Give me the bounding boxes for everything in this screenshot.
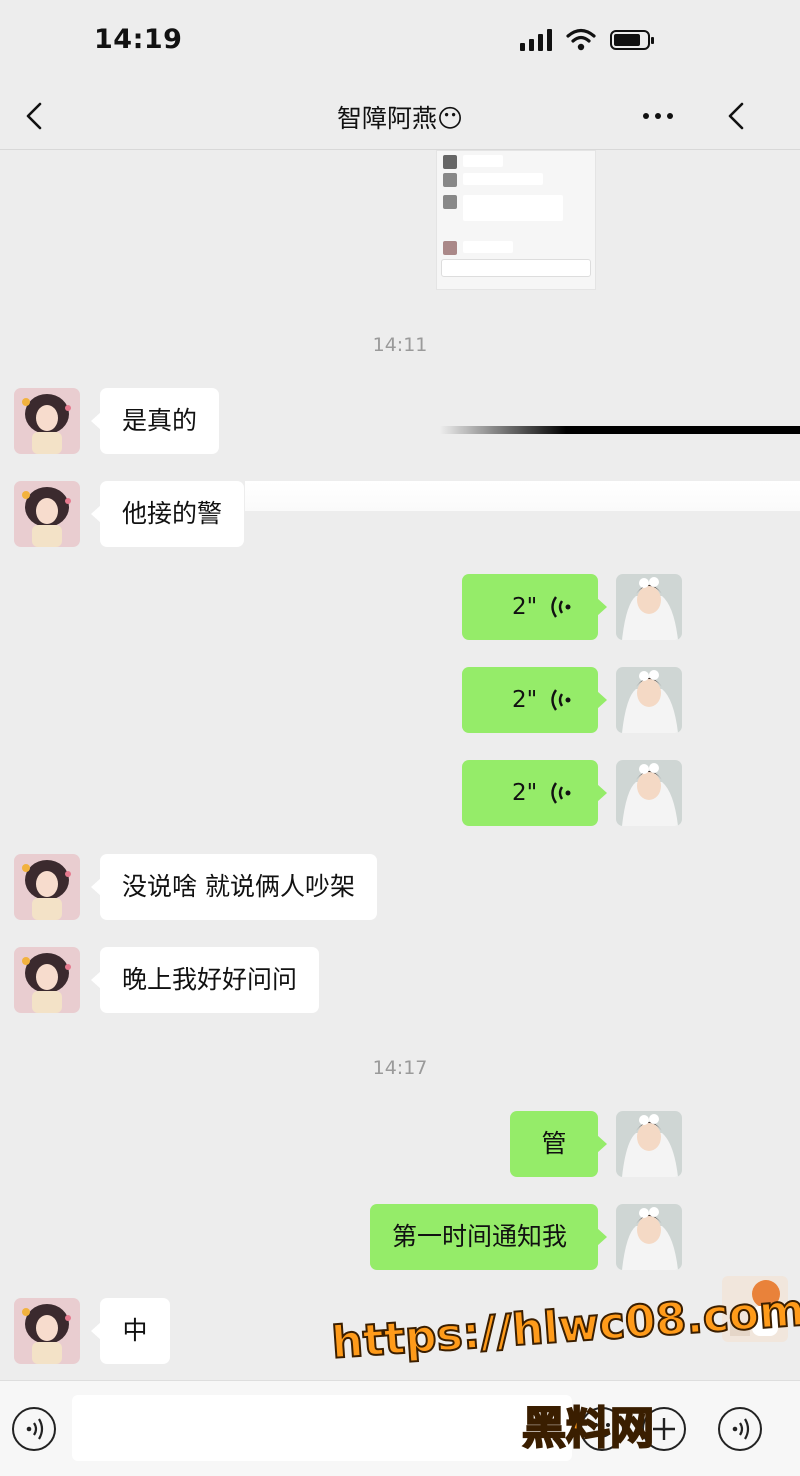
chat-header: 智障阿燕😶 [0,84,800,150]
my-avatar[interactable] [616,574,682,640]
voice-call-button[interactable] [718,1407,762,1451]
incoming-message[interactable]: 没说啥 就说俩人吵架 [91,854,377,920]
voice-input-button[interactable] [12,1407,56,1451]
back-chevron-icon-secondary[interactable] [720,98,756,134]
image-artifact-band [245,481,800,511]
status-icons [520,28,654,52]
cellular-signal-icon [520,29,552,51]
message-text-input[interactable] [72,1395,572,1461]
message-input-bar [0,1380,800,1476]
contact-avatar[interactable] [14,388,80,454]
voice-wave-icon [551,782,571,804]
voice-wave-icon [551,596,571,618]
voice-wave-icon [732,1418,750,1440]
my-avatar[interactable] [616,760,682,826]
battery-icon [610,30,654,50]
voice-message[interactable]: 2" [462,667,607,733]
more-dots-icon[interactable] [638,98,678,134]
watermark-name: 黑料网 [521,1402,655,1455]
contact-avatar[interactable] [14,854,80,920]
voice-message[interactable]: 2" [462,760,607,826]
voice-duration: 2" [512,594,538,620]
shared-screenshot-image[interactable] [436,150,596,290]
timestamp: 14:11 [372,334,428,356]
incoming-message[interactable]: 是真的 [90,388,220,454]
status-time: 14:19 [94,24,183,55]
contact-avatar[interactable] [14,947,80,1013]
status-bar: 14:19 [0,0,800,84]
my-avatar[interactable] [616,667,682,733]
voice-wave-icon [551,689,571,711]
incoming-message[interactable]: 中 [91,1298,170,1364]
wifi-icon [566,28,596,51]
incoming-message[interactable]: 晚上我好好问问 [90,947,320,1013]
watermark-url: https://hlwc08.com [329,1284,800,1370]
contact-avatar[interactable] [14,1298,80,1364]
image-artifact-streak [440,426,800,434]
voice-wave-icon [26,1418,44,1440]
battery-level [614,34,640,46]
chat-title[interactable]: 智障阿燕😶 [0,99,800,135]
outgoing-message[interactable]: 第一时间通知我 [370,1204,607,1270]
voice-duration: 2" [512,780,538,806]
timestamp: 14:17 [372,1057,428,1079]
contact-avatar[interactable] [14,481,80,547]
voice-duration: 2" [512,687,538,713]
voice-message[interactable]: 2" [462,574,607,640]
my-avatar[interactable] [616,1204,682,1270]
my-avatar[interactable] [616,1111,682,1177]
incoming-message[interactable]: 他接的警 [90,481,245,547]
outgoing-message[interactable]: 管 [510,1111,607,1177]
